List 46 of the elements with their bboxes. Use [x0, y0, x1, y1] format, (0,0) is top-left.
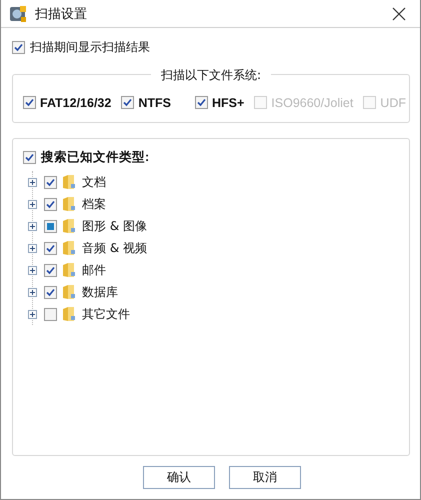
folder-icon — [62, 240, 76, 256]
expand-icon[interactable] — [28, 200, 37, 208]
expand-icon[interactable] — [28, 310, 37, 318]
folder-icon — [62, 174, 76, 190]
checkbox[interactable] — [23, 151, 36, 164]
dialog-button[interactable]: 取消 — [229, 466, 301, 489]
close-icon[interactable] — [392, 6, 406, 20]
checkbox[interactable] — [44, 198, 57, 210]
expand-icon[interactable] — [28, 178, 37, 186]
expand-icon[interactable] — [28, 244, 37, 252]
checkbox[interactable] — [44, 286, 57, 298]
checkbox-label: UDF — [380, 96, 406, 110]
dialog-button[interactable]: 确认 — [143, 466, 215, 489]
checkbox-label: NTFS — [138, 96, 171, 110]
folder-icon — [62, 196, 76, 212]
checkbox-label: ISO9660/Joliet — [271, 96, 354, 110]
folder-icon — [62, 306, 76, 322]
folder-icon — [62, 218, 76, 234]
checkbox-label: HFS+ — [212, 96, 244, 110]
window-title: 扫描设置 — [35, 6, 88, 22]
checkbox[interactable] — [23, 96, 36, 109]
group-legend: 扫描以下文件系统: — [150, 67, 272, 84]
expand-icon[interactable] — [28, 288, 37, 296]
checkbox-label: 搜索已知文件类型: — [41, 149, 150, 166]
checkbox[interactable] — [194, 96, 208, 109]
checkbox[interactable] — [44, 264, 57, 276]
tree-item-label[interactable]: 其它文件 — [82, 306, 130, 322]
tree-item-label[interactable]: 邮件 — [82, 262, 106, 278]
tree-item-label[interactable]: 图形 & 图像 — [82, 218, 147, 234]
checkbox[interactable] — [44, 242, 57, 254]
folder-icon — [62, 262, 76, 278]
checkbox[interactable] — [44, 176, 57, 188]
checkbox-label: 扫描期间显示扫描结果 — [30, 39, 150, 56]
folder-icon — [62, 284, 76, 300]
tree-item-label[interactable]: 文档 — [82, 174, 106, 190]
tree-item-label[interactable]: 档案 — [82, 196, 106, 212]
checkbox[interactable] — [121, 96, 134, 109]
checkbox[interactable] — [12, 41, 25, 54]
expand-icon[interactable] — [28, 222, 37, 230]
expand-icon[interactable] — [28, 266, 37, 274]
checkbox-label: FAT12/16/32 — [40, 96, 112, 110]
checkbox[interactable] — [44, 220, 57, 232]
scanner-icon — [9, 4, 27, 22]
tree-item-label[interactable]: 数据库 — [82, 284, 118, 300]
checkbox[interactable] — [44, 308, 57, 320]
tree-item-label[interactable]: 音频 & 视频 — [82, 240, 147, 256]
